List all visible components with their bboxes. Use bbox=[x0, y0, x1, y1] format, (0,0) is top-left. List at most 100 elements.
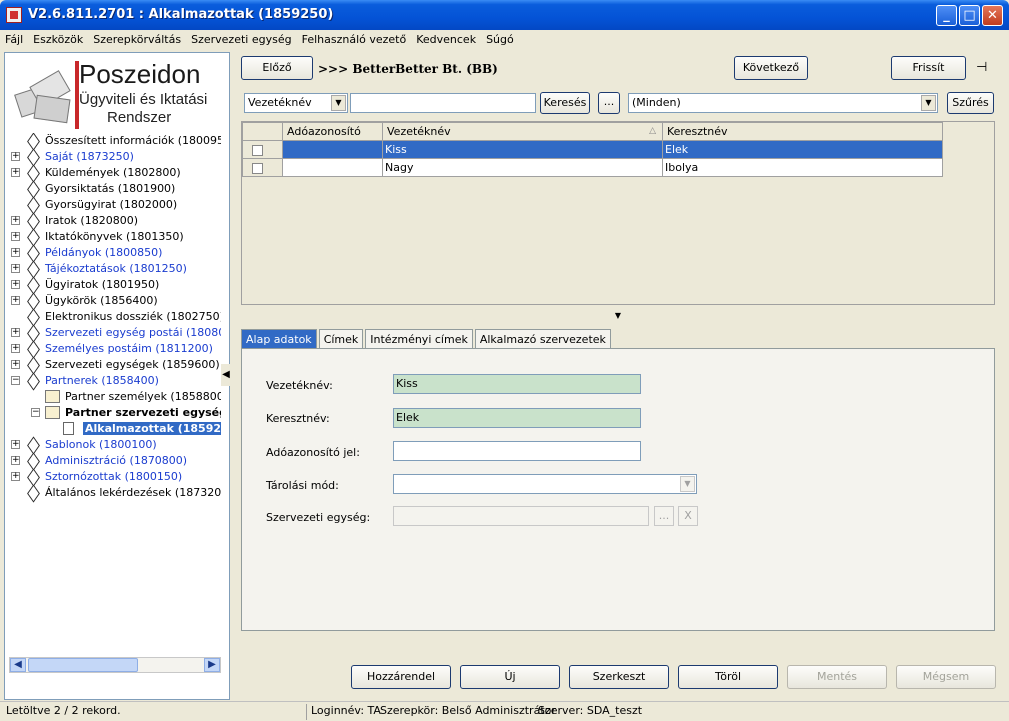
tree-item[interactable]: + Küldemények (1802800) bbox=[9, 165, 221, 181]
expand-icon[interactable]: + bbox=[11, 440, 20, 449]
column-header-last-name[interactable]: Vezetéknév △ bbox=[382, 122, 663, 141]
tree-item[interactable]: + Példányok (1800850) bbox=[9, 245, 221, 261]
menu-tools[interactable]: Eszközök bbox=[28, 30, 88, 49]
menu-file[interactable]: Fájl bbox=[0, 30, 28, 49]
expand-icon[interactable]: + bbox=[11, 456, 20, 465]
tree-item[interactable]: Gyorsügyirat (1802000) bbox=[9, 197, 221, 213]
assign-button[interactable]: Hozzárendel bbox=[351, 665, 451, 689]
previous-button[interactable]: Előző bbox=[241, 56, 313, 80]
tree-item[interactable]: Elektronikus dossziék (1802750) bbox=[9, 309, 221, 325]
search-options-button[interactable]: ... bbox=[598, 92, 620, 114]
tree-item[interactable]: Általános lekérdezések (1873200) bbox=[9, 485, 221, 501]
last-name-field[interactable]: Kiss bbox=[393, 374, 641, 394]
row-checkbox[interactable] bbox=[252, 162, 263, 174]
cell-last-name[interactable]: Kiss bbox=[382, 140, 663, 159]
chevron-down-icon[interactable]: ▼ bbox=[331, 95, 346, 111]
expand-icon[interactable]: + bbox=[11, 248, 20, 257]
tree-item[interactable]: + Ügykörök (1856400) bbox=[9, 293, 221, 309]
tree-item[interactable]: Összesített információk (1800950) bbox=[9, 133, 221, 149]
tree-item[interactable]: + Szervezeti egységek (1859600) bbox=[9, 357, 221, 373]
next-button[interactable]: Következő bbox=[734, 56, 808, 80]
filter-button[interactable]: Szűrés bbox=[947, 92, 994, 114]
close-button[interactable]: ✕ bbox=[982, 5, 1003, 26]
tree-item[interactable]: + Adminisztráció (1870800) bbox=[9, 453, 221, 469]
chevron-down-icon[interactable]: ▼ bbox=[680, 476, 695, 492]
minimize-button[interactable]: _ bbox=[936, 5, 957, 26]
collapse-icon[interactable]: − bbox=[31, 408, 40, 417]
tab-employer-orgs[interactable]: Alkalmazó szervezetek bbox=[474, 329, 611, 349]
cell-tax-id[interactable] bbox=[282, 140, 383, 159]
tree-item[interactable]: − Partnerek (1858400) bbox=[9, 373, 221, 389]
tree-item[interactable]: + Sztornózottak (1800150) bbox=[9, 469, 221, 485]
org-unit-clear-icon[interactable]: X bbox=[678, 506, 698, 526]
scroll-thumb[interactable] bbox=[28, 658, 138, 672]
collapse-left-panel-icon[interactable]: ◀ bbox=[221, 364, 231, 386]
expand-icon[interactable]: + bbox=[11, 360, 20, 369]
scroll-left-icon[interactable]: ◀ bbox=[10, 658, 26, 672]
column-header-first-name[interactable]: Keresztnév bbox=[662, 122, 943, 141]
cell-first-name[interactable]: Ibolya bbox=[662, 158, 943, 177]
row-checkbox-cell[interactable] bbox=[242, 140, 283, 159]
pin-icon[interactable]: ⊣ bbox=[976, 60, 992, 75]
column-header-tax-id[interactable]: Adóazonosító bbox=[282, 122, 383, 141]
tree-item[interactable]: + Szervezeti egység postái (1808000) bbox=[9, 325, 221, 341]
expand-icon[interactable]: + bbox=[11, 344, 20, 353]
expand-icon[interactable]: + bbox=[11, 328, 20, 337]
search-input[interactable] bbox=[350, 93, 536, 113]
tree-item[interactable]: + Iratok (1820800) bbox=[9, 213, 221, 229]
scroll-right-icon[interactable]: ▶ bbox=[204, 658, 220, 672]
tax-id-field[interactable] bbox=[393, 441, 641, 461]
delete-button[interactable]: Töröl bbox=[678, 665, 778, 689]
maximize-button[interactable]: □ bbox=[959, 5, 980, 26]
collapse-grid-icon[interactable]: ▼ bbox=[602, 311, 634, 321]
refresh-button[interactable]: Frissít bbox=[891, 56, 966, 80]
tab-basic-data[interactable]: Alap adatok bbox=[241, 329, 317, 349]
cell-last-name[interactable]: Nagy bbox=[382, 158, 663, 177]
expand-icon[interactable]: + bbox=[11, 296, 20, 305]
first-name-field[interactable]: Elek bbox=[393, 408, 641, 428]
tree-item[interactable]: + Tájékoztatások (1801250) bbox=[9, 261, 221, 277]
save-button[interactable]: Mentés bbox=[787, 665, 887, 689]
chevron-down-icon[interactable]: ▼ bbox=[921, 95, 936, 111]
expand-icon[interactable]: + bbox=[11, 152, 20, 161]
search-button[interactable]: Keresés bbox=[540, 92, 590, 114]
tree-item[interactable]: Partner személyek (1858800) bbox=[9, 389, 221, 405]
expand-icon[interactable]: + bbox=[11, 472, 20, 481]
tree-horizontal-scrollbar[interactable]: ◀ ▶ bbox=[9, 657, 221, 673]
cell-first-name[interactable]: Elek bbox=[662, 140, 943, 159]
filter-select[interactable]: (Minden) ▼ bbox=[628, 93, 938, 113]
collapse-icon[interactable]: − bbox=[11, 376, 20, 385]
expand-icon[interactable]: + bbox=[11, 232, 20, 241]
expand-icon[interactable]: + bbox=[11, 216, 20, 225]
menu-favorites[interactable]: Kedvencek bbox=[411, 30, 481, 49]
tree-item[interactable]: + Iktatókönyvek (1801350) bbox=[9, 229, 221, 245]
row-checkbox[interactable] bbox=[252, 144, 263, 156]
table-row[interactable]: Kiss Elek bbox=[242, 140, 943, 159]
tree-item[interactable]: + Ügyiratok (1801950) bbox=[9, 277, 221, 293]
menu-user-manager[interactable]: Felhasználó vezető bbox=[297, 30, 412, 49]
tree-item[interactable]: + Személyes postáim (1811200) bbox=[9, 341, 221, 357]
row-checkbox-cell[interactable] bbox=[242, 158, 283, 177]
expand-icon[interactable]: + bbox=[11, 264, 20, 273]
cancel-button[interactable]: Mégsem bbox=[896, 665, 996, 689]
cell-tax-id[interactable] bbox=[282, 158, 383, 177]
tree-item[interactable]: + Saját (1873250) bbox=[9, 149, 221, 165]
tree-item[interactable]: Alkalmazottak (1859250 bbox=[9, 421, 221, 437]
edit-button[interactable]: Szerkeszt bbox=[569, 665, 669, 689]
tab-institution-addresses[interactable]: Intézményi címek bbox=[365, 329, 473, 349]
menu-role-switch[interactable]: Szerepkörváltás bbox=[88, 30, 186, 49]
org-unit-browse-button[interactable]: ... bbox=[654, 506, 674, 526]
expand-icon[interactable]: + bbox=[11, 280, 20, 289]
app-icon[interactable] bbox=[6, 7, 22, 23]
tree-item[interactable]: + Sablonok (1800100) bbox=[9, 437, 221, 453]
tree-item[interactable]: − Partner szervezeti egysége bbox=[9, 405, 221, 421]
org-unit-field[interactable] bbox=[393, 506, 649, 526]
new-button[interactable]: Új bbox=[460, 665, 560, 689]
storage-mode-select[interactable]: ▼ bbox=[393, 474, 697, 494]
menu-org-unit[interactable]: Szervezeti egység bbox=[186, 30, 296, 49]
menu-help[interactable]: Súgó bbox=[481, 30, 519, 49]
expand-icon[interactable]: + bbox=[11, 168, 20, 177]
column-header-select[interactable] bbox=[242, 122, 283, 141]
search-field-select[interactable]: Vezetéknév ▼ bbox=[244, 93, 348, 113]
tab-addresses[interactable]: Címek bbox=[318, 329, 364, 349]
